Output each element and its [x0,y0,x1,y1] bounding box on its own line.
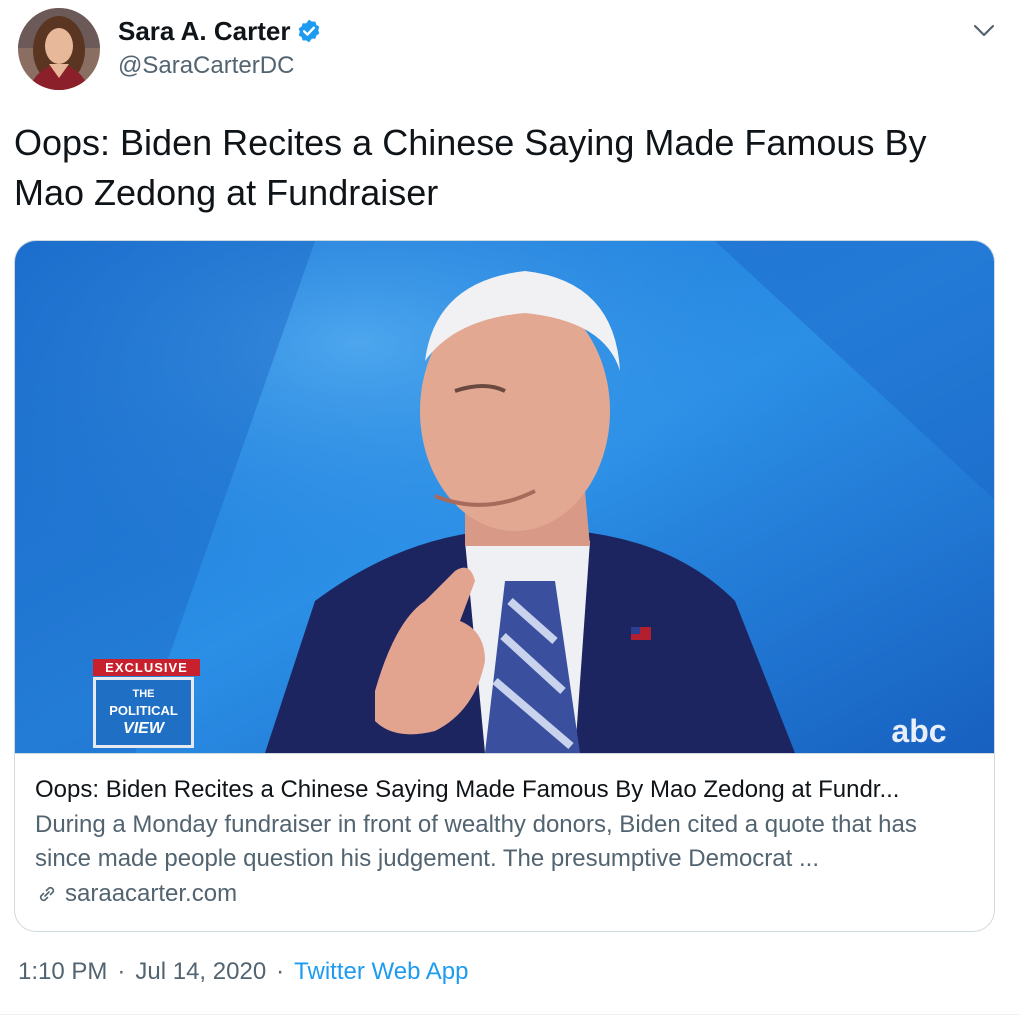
card-image: EXCLUSIVE THE POLITICAL VIEW abc [15,241,994,753]
card-title: Oops: Biden Recites a Chinese Saying Mad… [35,776,900,803]
divider [0,1014,1020,1015]
exclusive-badge: EXCLUSIVE [93,659,200,676]
chevron-down-icon[interactable] [970,20,998,42]
tweet-meta: 1:10 PM · Jul 14, 2020 · Twitter Web App [18,958,468,986]
display-name[interactable]: Sara A. Carter [118,16,290,47]
profile-photo-icon [18,8,100,90]
tweet-source-link[interactable]: Twitter Web App [294,958,468,986]
badge-line-2: POLITICAL [109,703,178,718]
card-description: During a Monday fundraiser in front of w… [35,811,917,872]
badge-line-1: THE [132,688,155,700]
meta-separator: · [117,958,126,985]
meta-separator: · [276,958,285,985]
card-domain: saraacarter.com [35,876,976,912]
badge-line-3: VIEW [123,720,164,737]
abc-logo: abc [891,713,947,749]
author-block: Sara A. Carter @SaraCarterDC [118,14,322,80]
link-icon [35,882,59,906]
avatar[interactable] [18,8,100,90]
political-view-badge: THE POLITICAL VIEW [93,677,194,748]
card-domain-text: saraacarter.com [65,880,238,907]
tweet-date[interactable]: Jul 14, 2020 [135,958,266,986]
card-body: Oops: Biden Recites a Chinese Saying Mad… [15,753,994,931]
link-card[interactable]: EXCLUSIVE THE POLITICAL VIEW abc Oops: B… [14,240,995,932]
verified-badge-icon [296,18,322,44]
user-handle[interactable]: @SaraCarterDC [118,52,322,80]
tweet-text: Oops: Biden Recites a Chinese Saying Mad… [14,122,927,213]
tweet-time[interactable]: 1:10 PM [18,958,107,986]
name-row: Sara A. Carter [118,14,322,48]
tweet: Sara A. Carter @SaraCarterDC Oops: Biden… [0,0,1020,1023]
